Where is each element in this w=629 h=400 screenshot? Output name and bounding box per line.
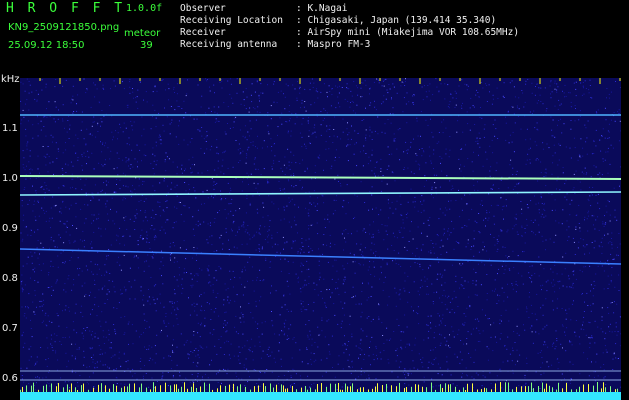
meteor-count: 39 xyxy=(140,40,153,51)
y-tick-label: 0.8 xyxy=(2,273,18,284)
y-tick-label: 0.7 xyxy=(2,323,18,334)
station-value-location: : Chigasaki, Japan (139.414 35.340) xyxy=(296,15,497,26)
station-label-observer: Observer xyxy=(180,3,226,14)
datetime-label: 25.09.12 18:50 xyxy=(8,40,85,51)
station-label-antenna: Receiving antenna xyxy=(180,39,278,50)
plot-background xyxy=(20,78,621,400)
station-value-antenna: : Maspro FM-3 xyxy=(296,39,371,50)
station-value-receiver: : AirSpy mini (Miakejima VOR 108.65MHz) xyxy=(296,27,520,38)
y-axis-unit: kHz xyxy=(1,74,20,85)
station-value-observer: : K.Nagai xyxy=(296,3,348,14)
filename-label: KN9_2509121850.png xyxy=(8,22,120,33)
station-label-location: Receiving Location xyxy=(180,15,283,26)
app-title: H R O F F T xyxy=(6,1,126,16)
version-label: 1.0.0f xyxy=(126,3,163,14)
carrier-band xyxy=(20,392,621,400)
meteor-label: meteor xyxy=(124,28,161,39)
spectrogram-plot xyxy=(20,78,621,400)
y-tick-label: 1.1 xyxy=(2,123,18,134)
y-tick-label: 0.6 xyxy=(2,373,18,384)
y-tick-label: 0.9 xyxy=(2,223,18,234)
y-tick-label: 1.0 xyxy=(2,173,18,184)
station-label-receiver: Receiver xyxy=(180,27,226,38)
